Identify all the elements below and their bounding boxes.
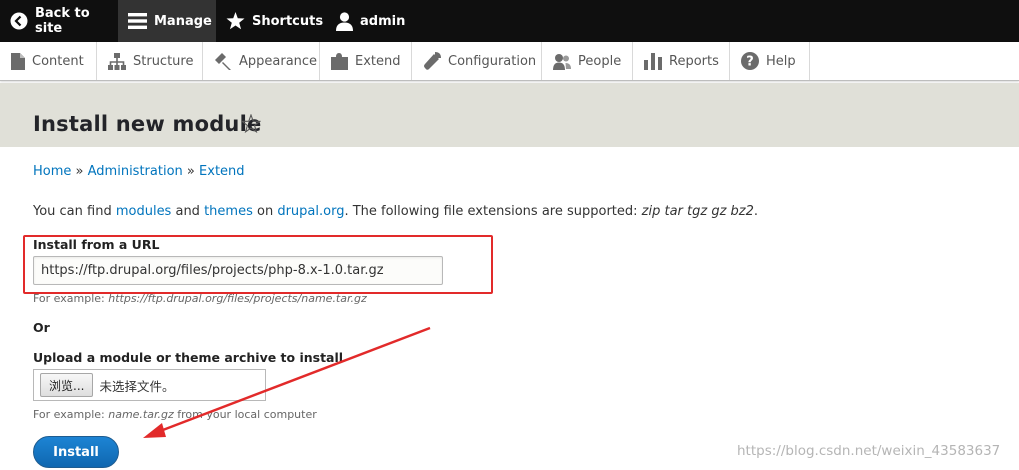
admin-tray: Content Structure Appearance Extend Conf… bbox=[0, 42, 1019, 81]
tray-item-people-label: People bbox=[578, 53, 622, 69]
intro-text-part: and bbox=[171, 204, 205, 219]
breadcrumb-separator: » bbox=[75, 164, 84, 179]
intro-text: You can find modules and themes on drupa… bbox=[33, 204, 758, 219]
shortcuts-label: Shortcuts bbox=[252, 13, 324, 29]
tray-item-extend-label: Extend bbox=[355, 53, 401, 69]
supported-extensions: zip tar tgz gz bz2 bbox=[641, 204, 754, 219]
admin-toolbar: Back to site Manage Shortcuts admin bbox=[0, 0, 1019, 42]
drupal-org-link[interactable]: drupal.org bbox=[277, 204, 344, 219]
example-prefix: For example: bbox=[33, 408, 109, 421]
tray-item-reports-label: Reports bbox=[669, 53, 719, 69]
tray-item-extend[interactable]: Extend bbox=[320, 42, 412, 80]
example-suffix: from your local computer bbox=[173, 408, 317, 421]
bar-chart-icon bbox=[644, 52, 662, 70]
tray-item-content[interactable]: Content bbox=[0, 42, 97, 80]
themes-link[interactable]: themes bbox=[204, 204, 253, 219]
file-icon bbox=[11, 52, 25, 70]
star-icon bbox=[226, 12, 245, 30]
hamburger-menu-icon bbox=[128, 13, 147, 29]
tray-item-people[interactable]: People bbox=[542, 42, 633, 80]
breadcrumb-home[interactable]: Home bbox=[33, 164, 71, 179]
sitemap-icon bbox=[108, 52, 126, 70]
add-shortcut-star-icon[interactable] bbox=[240, 113, 262, 137]
watermark: https://blog.csdn.net/weixin_43583637 bbox=[737, 443, 1001, 459]
intro-text-part: You can find bbox=[33, 204, 116, 219]
people-icon bbox=[553, 53, 571, 70]
tray-item-appearance-label: Appearance bbox=[239, 53, 318, 69]
wrench-icon bbox=[423, 52, 441, 70]
question-icon: ? bbox=[741, 52, 759, 70]
upload-example-description: For example: name.tar.gz from your local… bbox=[33, 408, 317, 421]
example-prefix: For example: bbox=[33, 292, 109, 305]
url-example-description: For example: https://ftp.drupal.org/file… bbox=[33, 292, 367, 305]
tray-item-appearance[interactable]: Appearance bbox=[203, 42, 320, 80]
tray-item-help[interactable]: ? Help bbox=[730, 42, 810, 80]
tray-item-content-label: Content bbox=[32, 53, 84, 69]
no-file-selected-text: 未选择文件。 bbox=[99, 378, 175, 394]
install-button[interactable]: Install bbox=[33, 436, 119, 468]
breadcrumb: Home » Administration » Extend bbox=[33, 164, 245, 179]
manage-tab[interactable]: Manage bbox=[118, 0, 216, 42]
back-to-site-link[interactable]: Back to site bbox=[0, 0, 118, 42]
tray-item-configuration-label: Configuration bbox=[448, 53, 537, 69]
svg-text:?: ? bbox=[746, 55, 754, 70]
tray-item-reports[interactable]: Reports bbox=[633, 42, 730, 80]
user-icon bbox=[336, 11, 353, 31]
back-to-site-label: Back to site bbox=[35, 6, 90, 36]
browse-button[interactable]: 浏览... bbox=[40, 373, 94, 397]
breadcrumb-administration[interactable]: Administration bbox=[88, 164, 183, 179]
page-title: Install new module bbox=[33, 112, 262, 136]
paint-brush-icon bbox=[214, 52, 232, 70]
shortcuts-tab[interactable]: Shortcuts bbox=[216, 0, 324, 42]
modules-link[interactable]: modules bbox=[116, 204, 172, 219]
url-example-value: https://ftp.drupal.org/files/projects/na… bbox=[108, 292, 367, 305]
intro-text-part: . The following file extensions are supp… bbox=[344, 204, 642, 219]
upload-example-value: name.tar.gz bbox=[108, 408, 174, 421]
or-label: Or bbox=[33, 320, 50, 335]
user-tab[interactable]: admin bbox=[320, 0, 410, 42]
upload-label: Upload a module or theme archive to inst… bbox=[33, 350, 344, 365]
manage-label: Manage bbox=[154, 13, 212, 29]
tray-item-help-label: Help bbox=[766, 53, 796, 69]
back-arrow-icon bbox=[10, 12, 28, 30]
tray-item-structure-label: Structure bbox=[133, 53, 194, 69]
breadcrumb-separator: » bbox=[186, 164, 195, 179]
tray-item-configuration[interactable]: Configuration bbox=[412, 42, 542, 80]
intro-text-part: on bbox=[252, 204, 278, 219]
intro-text-part: . bbox=[753, 204, 759, 219]
highlight-box bbox=[23, 235, 493, 294]
user-label: admin bbox=[360, 13, 406, 29]
breadcrumb-extend[interactable]: Extend bbox=[199, 164, 245, 179]
puzzle-icon bbox=[331, 52, 348, 70]
tray-item-structure[interactable]: Structure bbox=[97, 42, 203, 80]
file-upload-field[interactable]: 浏览... 未选择文件。 bbox=[33, 369, 266, 401]
